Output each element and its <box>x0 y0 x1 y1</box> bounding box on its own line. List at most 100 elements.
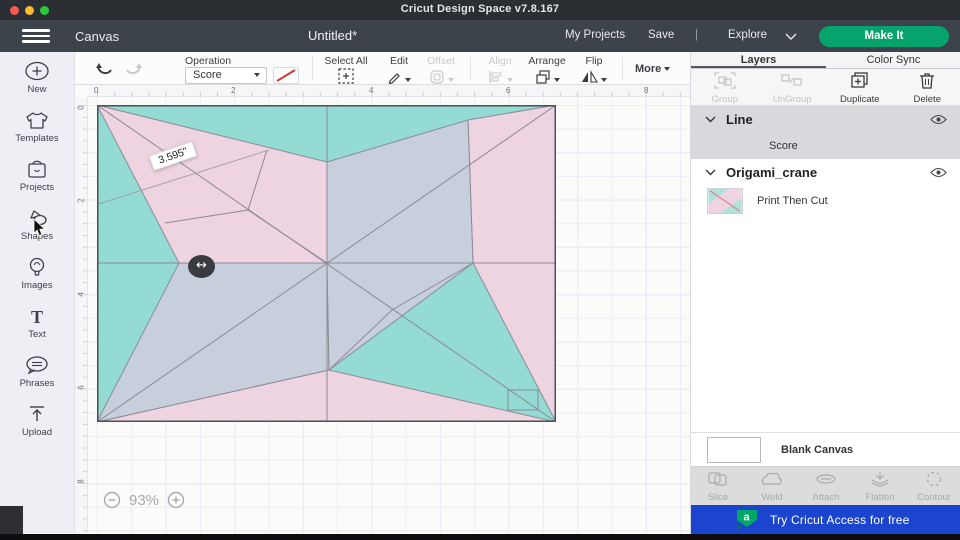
edit-menu-button[interactable]: Edit <box>377 55 421 89</box>
pencil-icon <box>388 73 400 85</box>
save-link[interactable]: Save <box>648 29 674 41</box>
sidebar-item-projects[interactable]: Projects <box>0 157 74 206</box>
my-projects-link[interactable]: My Projects <box>565 29 625 41</box>
design-canvas[interactable]: 0 2 4 6 8 0 2 4 6 8 3.595" ↔ 93% <box>75 85 690 533</box>
trash-icon <box>920 73 935 89</box>
sidebar-item-templates[interactable]: Templates <box>0 108 74 157</box>
explore-chevron-icon <box>785 33 797 40</box>
group-icon <box>714 72 736 89</box>
duplicate-button[interactable]: Duplicate <box>826 69 894 105</box>
chevron-down-icon[interactable] <box>705 116 716 123</box>
upload-icon <box>30 406 44 421</box>
align-icon <box>488 71 501 83</box>
zoom-out-button[interactable] <box>103 491 121 509</box>
zoom-level: 93% <box>129 491 160 509</box>
attach-icon <box>816 474 836 484</box>
flip-icon <box>582 70 598 83</box>
app-header: Canvas Untitled* My Projects Save | Expl… <box>0 20 960 52</box>
zoom-in-button[interactable] <box>167 491 185 509</box>
make-it-button[interactable]: Make It <box>819 26 949 47</box>
line-drag-handle[interactable]: ↔ <box>188 255 215 278</box>
offset-icon <box>429 70 444 84</box>
layer-actions: Group UnGroup Duplicate Delete <box>691 69 960 106</box>
arrange-caret-icon <box>553 77 560 82</box>
explore-menu[interactable]: Explore <box>728 29 767 41</box>
window-title: Cricut Design Space v7.8.167 <box>400 3 560 15</box>
horizontal-ruler: 0 2 4 6 8 <box>88 85 690 97</box>
toolbar-divider <box>622 57 623 80</box>
delete-button[interactable]: Delete <box>894 69 960 105</box>
score-linetype-swatch[interactable] <box>273 67 299 84</box>
tab-color-sync[interactable]: Color Sync <box>826 52 960 68</box>
layers-panel: Layers Color Sync Group UnGroup Duplicat… <box>690 52 960 534</box>
balloon-icon <box>29 257 45 276</box>
arrange-menu-button[interactable]: Arrange <box>522 55 572 89</box>
project-bag-icon <box>28 160 46 178</box>
panel-tabs: Layers Color Sync <box>691 52 960 69</box>
sidebar-item-phrases[interactable]: Phrases <box>0 353 74 402</box>
visibility-eye-icon[interactable] <box>930 114 947 125</box>
chevron-down-icon[interactable] <box>705 169 716 176</box>
operation-value: Score <box>193 69 222 81</box>
ungroup-icon <box>781 74 802 86</box>
redo-button[interactable] <box>123 59 145 79</box>
layer-group-origami-crane[interactable]: Origami_crane <box>691 159 960 185</box>
toolbar-divider <box>312 57 313 80</box>
arrange-icon <box>535 70 550 84</box>
flatten-icon <box>871 472 889 488</box>
attach-button[interactable]: Attach <box>799 467 853 505</box>
left-sidebar: New Templates Projects Shapes Images T T… <box>0 52 75 533</box>
edit-toolbar: Operation Score Select All Edit Offset A… <box>75 52 690 85</box>
blank-canvas-swatch <box>707 436 761 463</box>
select-all-icon <box>338 68 354 84</box>
tshirt-icon <box>26 112 48 129</box>
window-bottom-edge <box>0 534 960 540</box>
flip-menu-button[interactable]: Flip <box>573 55 615 89</box>
hamburger-menu-button[interactable] <box>22 29 50 43</box>
sidebar-item-new[interactable]: New <box>0 59 74 108</box>
slice-button[interactable]: Slice <box>691 467 745 505</box>
contour-icon <box>926 471 942 487</box>
weld-icon <box>761 472 782 485</box>
operation-caret-icon <box>254 73 260 77</box>
layer-group-line[interactable]: Line <box>691 106 960 133</box>
tab-layers[interactable]: Layers <box>691 52 826 68</box>
duplicate-icon <box>851 72 868 88</box>
document-title: Untitled* <box>308 28 358 43</box>
slice-icon <box>708 472 727 486</box>
flatten-button[interactable]: Flatten <box>853 467 907 505</box>
svg-text:a: a <box>743 511 750 523</box>
cricut-logo-icon: a <box>737 509 757 531</box>
speech-bubble-icon <box>26 356 48 375</box>
undo-button[interactable] <box>93 59 115 79</box>
sidebar-item-upload[interactable]: Upload <box>0 402 74 451</box>
align-caret-icon <box>506 77 513 82</box>
new-icon <box>25 61 49 81</box>
flip-caret-icon <box>601 77 607 82</box>
select-all-button[interactable]: Select All <box>318 55 374 89</box>
offset-menu-button[interactable]: Offset <box>419 55 463 89</box>
layer-item-print-then-cut[interactable]: Print Then Cut <box>691 185 960 217</box>
offset-caret-icon <box>447 77 454 82</box>
edit-caret-icon <box>405 77 411 82</box>
more-menu-button[interactable]: More <box>635 63 671 75</box>
toolbar-divider <box>470 57 471 80</box>
layer-item-score[interactable]: Score <box>691 133 960 159</box>
visibility-eye-icon[interactable] <box>930 167 947 178</box>
header-separator: | <box>695 29 698 41</box>
canvas-nav-label[interactable]: Canvas <box>75 29 119 44</box>
more-caret-icon <box>664 67 671 72</box>
sidebar-item-text[interactable]: T Text <box>0 304 74 353</box>
sidebar-item-images[interactable]: Images <box>0 255 74 304</box>
cricut-design-space-window: Cricut Design Space v7.8.167 Canvas Unti… <box>0 0 960 540</box>
ungroup-button[interactable]: UnGroup <box>759 69 827 105</box>
layer-tools: Slice Weld Attach Flatten Contour <box>691 466 960 505</box>
group-button[interactable]: Group <box>691 69 759 105</box>
blank-canvas-row[interactable]: Blank Canvas <box>691 432 960 466</box>
align-menu-button[interactable]: Align <box>477 55 523 89</box>
operation-select[interactable]: Score <box>185 67 267 84</box>
contour-button[interactable]: Contour <box>907 467 960 505</box>
weld-button[interactable]: Weld <box>745 467 799 505</box>
cricut-access-banner[interactable]: a Try Cricut Access for free <box>691 505 960 534</box>
layer-thumbnail <box>707 188 743 214</box>
